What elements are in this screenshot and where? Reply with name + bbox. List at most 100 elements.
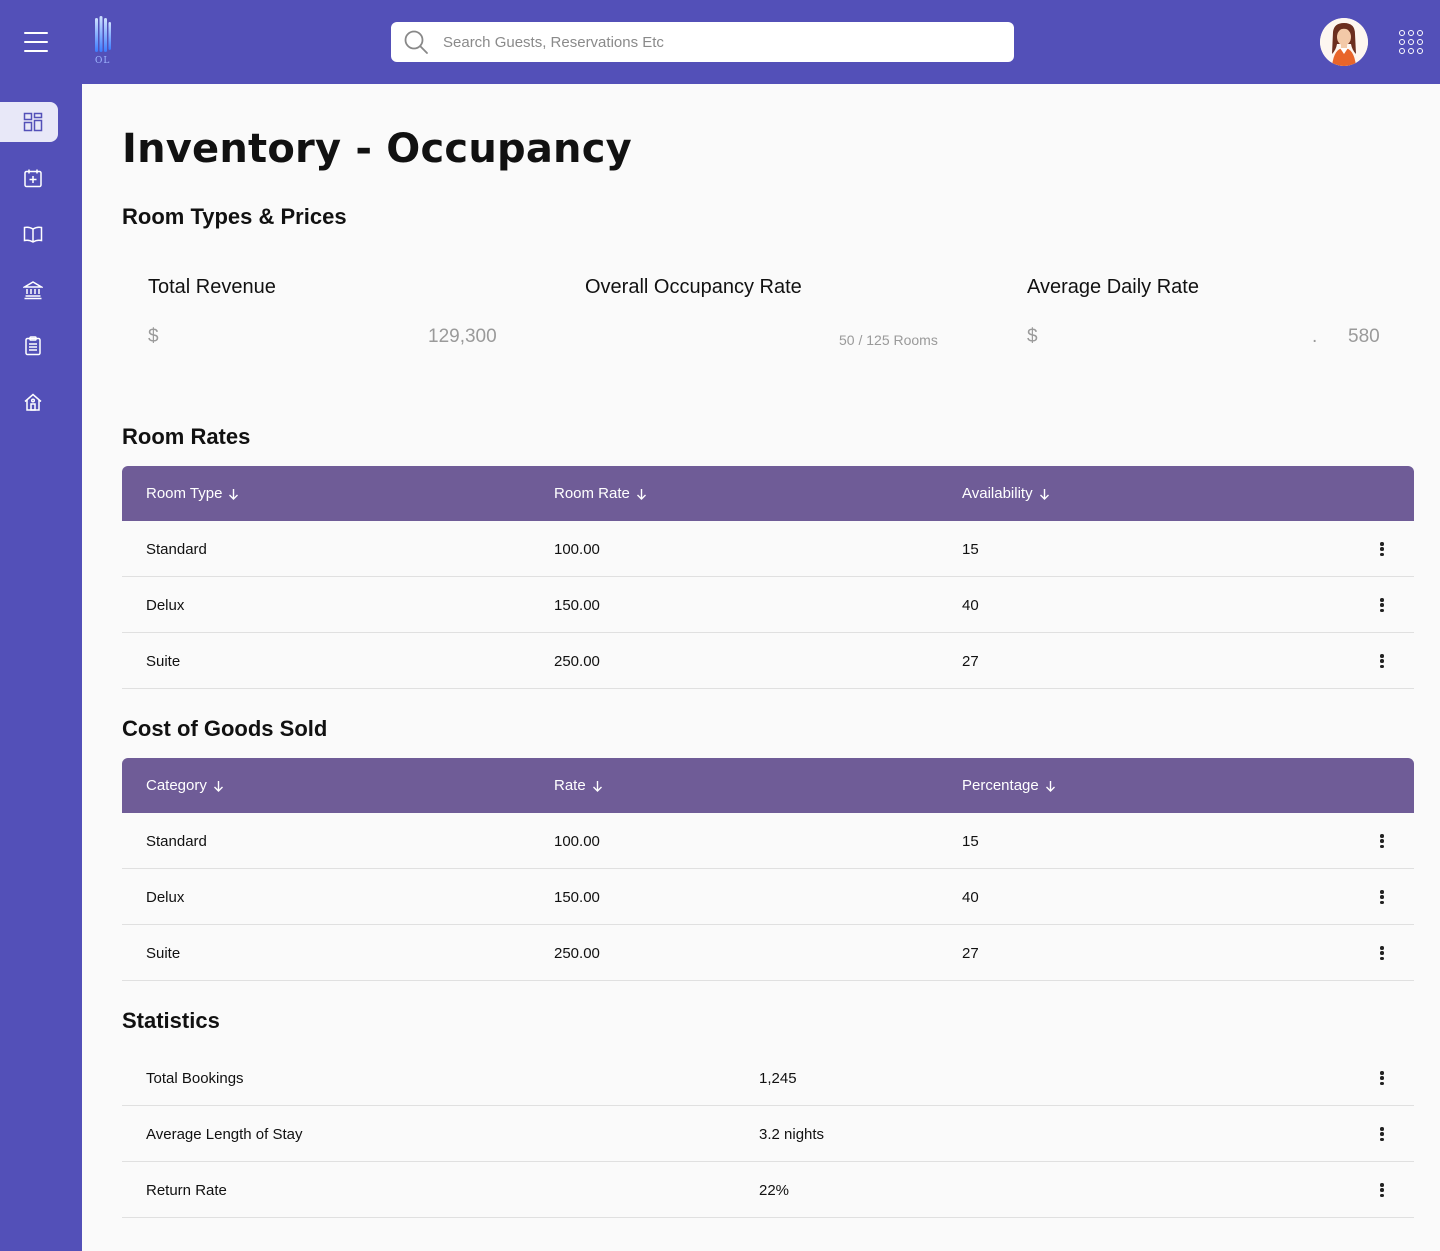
home-icon bbox=[24, 393, 42, 411]
cell-rate: 250.00 bbox=[554, 945, 600, 962]
more-vertical-icon[interactable] bbox=[1378, 1182, 1386, 1198]
sort-rate[interactable]: Rate bbox=[554, 777, 603, 794]
calendar-add-icon bbox=[24, 169, 42, 188]
stat-total-revenue: Total Revenue $ 129,300 bbox=[148, 276, 497, 347]
stat-value: 1,245 bbox=[759, 1070, 797, 1087]
book-icon bbox=[23, 226, 43, 243]
bank-icon bbox=[23, 281, 43, 300]
cell-availability: 40 bbox=[962, 597, 979, 614]
arrow-down-icon bbox=[636, 488, 646, 500]
section-title-statistics: Statistics bbox=[122, 1008, 220, 1033]
sort-room-rate[interactable]: Room Rate bbox=[554, 485, 647, 502]
stat-label: Overall Occupancy Rate bbox=[585, 276, 802, 298]
cell-room-rate: 250.00 bbox=[554, 653, 600, 670]
page-title: Inventory - Occupancy bbox=[122, 126, 632, 172]
arrow-down-icon bbox=[592, 780, 602, 792]
cogs-table: Category Rate Percentage Standard 100.00… bbox=[122, 758, 1414, 981]
nav-reports[interactable] bbox=[0, 326, 58, 366]
more-vertical-icon[interactable] bbox=[1378, 541, 1386, 557]
table-row: Delux 150.00 40 bbox=[122, 869, 1414, 925]
search-bar[interactable] bbox=[391, 22, 1014, 62]
nav-property[interactable] bbox=[0, 382, 58, 422]
more-vertical-icon[interactable] bbox=[1378, 889, 1386, 905]
cell-category: Suite bbox=[146, 945, 181, 962]
column-header: Category bbox=[146, 777, 207, 794]
sort-category[interactable]: Category bbox=[146, 777, 224, 794]
cell-availability: 27 bbox=[962, 653, 979, 670]
cell-category: Standard bbox=[146, 833, 207, 850]
stat-label: Average Daily Rate bbox=[1027, 276, 1199, 298]
stat-average-daily-rate: Average Daily Rate $ . 580 bbox=[1027, 276, 1380, 347]
more-vertical-icon[interactable] bbox=[1378, 833, 1386, 849]
cell-percentage: 27 bbox=[962, 945, 979, 962]
stat-currency: $ bbox=[1027, 326, 1038, 347]
stat-label: Total Revenue bbox=[148, 276, 276, 298]
table-row: Standard 100.00 15 bbox=[122, 813, 1414, 869]
cell-rate: 100.00 bbox=[554, 833, 600, 850]
section-title-room-types: Room Types & Prices bbox=[122, 204, 347, 229]
table-header: Category Rate Percentage bbox=[122, 758, 1414, 813]
logo-text: OL bbox=[95, 56, 111, 66]
stat-value: 129,300 bbox=[428, 326, 497, 347]
column-header: Rate bbox=[554, 777, 586, 794]
stat-value: 580 bbox=[1348, 326, 1380, 347]
nav-reservations[interactable] bbox=[0, 158, 58, 198]
stat-value: 3.2 nights bbox=[759, 1126, 825, 1143]
stat-currency: $ bbox=[148, 326, 159, 347]
more-vertical-icon[interactable] bbox=[1378, 1126, 1386, 1142]
cell-room-type: Standard bbox=[146, 541, 207, 558]
arrow-down-icon bbox=[1039, 488, 1049, 500]
table-row: Standard 100.00 15 bbox=[122, 521, 1414, 577]
cell-category: Delux bbox=[146, 889, 185, 906]
list-item: Total Bookings 1,245 bbox=[122, 1050, 1414, 1106]
search-icon bbox=[404, 30, 428, 54]
arrow-down-icon bbox=[1045, 780, 1055, 792]
stat-name: Return Rate bbox=[146, 1182, 227, 1199]
cell-availability: 15 bbox=[962, 541, 979, 558]
statistics-list: Total Bookings 1,245 Average Length of S… bbox=[122, 1050, 1414, 1218]
stat-name: Total Bookings bbox=[146, 1070, 244, 1087]
table-row: Delux 150.00 40 bbox=[122, 577, 1414, 633]
column-header: Availability bbox=[962, 485, 1033, 502]
cell-percentage: 15 bbox=[962, 833, 979, 850]
table-row: Suite 250.00 27 bbox=[122, 925, 1414, 981]
stat-name: Average Length of Stay bbox=[146, 1126, 303, 1143]
more-vertical-icon[interactable] bbox=[1378, 1070, 1386, 1086]
stat-occupancy-rate: Overall Occupancy Rate 50 / 125 Rooms bbox=[585, 276, 938, 348]
cell-rate: 150.00 bbox=[554, 889, 600, 906]
stat-value: 22% bbox=[759, 1182, 790, 1199]
more-vertical-icon[interactable] bbox=[1378, 945, 1386, 961]
cell-percentage: 40 bbox=[962, 889, 979, 906]
more-vertical-icon[interactable] bbox=[1378, 597, 1386, 613]
stat-separator: . bbox=[1312, 326, 1318, 347]
room-rates-table: Room Type Room Rate Availability Standar… bbox=[122, 466, 1414, 689]
top-bar: OL bbox=[0, 0, 1440, 84]
sort-room-type[interactable]: Room Type bbox=[146, 485, 239, 502]
search-input[interactable] bbox=[443, 33, 983, 51]
stat-value: 50 / 125 Rooms bbox=[839, 332, 938, 348]
section-title-room-rates: Room Rates bbox=[122, 424, 251, 449]
dashboard-icon bbox=[23, 112, 43, 132]
table-header: Room Type Room Rate Availability bbox=[122, 466, 1414, 521]
hamburger-menu-icon[interactable] bbox=[24, 32, 48, 52]
column-header: Room Type bbox=[146, 485, 223, 502]
section-title-cogs: Cost of Goods Sold bbox=[122, 716, 328, 741]
sidebar bbox=[0, 84, 82, 1251]
clipboard-icon bbox=[25, 336, 41, 356]
sort-availability[interactable]: Availability bbox=[962, 485, 1050, 502]
table-row: Suite 250.00 27 bbox=[122, 633, 1414, 689]
more-vertical-icon[interactable] bbox=[1378, 653, 1386, 669]
nav-finance[interactable] bbox=[0, 270, 58, 310]
list-item: Average Length of Stay 3.2 nights bbox=[122, 1106, 1414, 1162]
arrow-down-icon bbox=[229, 488, 239, 500]
cell-room-rate: 150.00 bbox=[554, 597, 600, 614]
user-avatar[interactable] bbox=[1320, 18, 1368, 66]
cell-room-rate: 100.00 bbox=[554, 541, 600, 558]
sort-percentage[interactable]: Percentage bbox=[962, 777, 1056, 794]
apps-grid-icon[interactable] bbox=[1399, 30, 1425, 56]
nav-dashboard[interactable] bbox=[0, 102, 58, 142]
cell-room-type: Delux bbox=[146, 597, 185, 614]
list-item: Return Rate 22% bbox=[122, 1162, 1414, 1218]
column-header: Percentage bbox=[962, 777, 1039, 794]
nav-guide[interactable] bbox=[0, 214, 58, 254]
